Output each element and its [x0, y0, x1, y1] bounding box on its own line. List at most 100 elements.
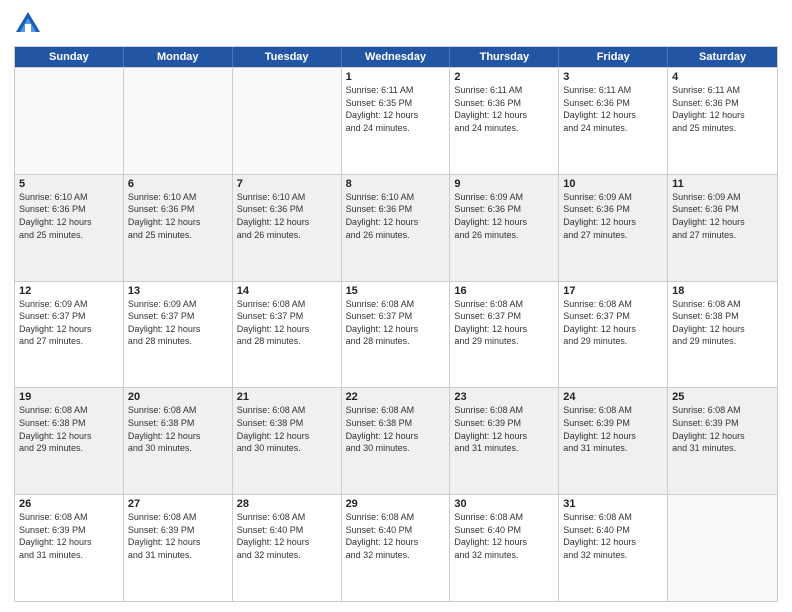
calendar-cell: 22Sunrise: 6:08 AMSunset: 6:38 PMDayligh…: [342, 388, 451, 494]
cell-info-line: Daylight: 12 hours: [237, 430, 337, 443]
cell-info-line: and 29 minutes.: [563, 335, 663, 348]
cell-info-line: and 29 minutes.: [672, 335, 773, 348]
calendar-cell: 2Sunrise: 6:11 AMSunset: 6:36 PMDaylight…: [450, 68, 559, 174]
cell-info-line: and 32 minutes.: [237, 549, 337, 562]
cell-info-line: Daylight: 12 hours: [128, 536, 228, 549]
cell-info-line: and 27 minutes.: [672, 229, 773, 242]
cell-info-line: Sunrise: 6:08 AM: [19, 404, 119, 417]
cell-info-line: Sunset: 6:36 PM: [672, 203, 773, 216]
cell-info-line: and 26 minutes.: [237, 229, 337, 242]
cell-info-line: Sunrise: 6:08 AM: [454, 404, 554, 417]
cell-info-line: Daylight: 12 hours: [19, 536, 119, 549]
cell-info-line: Sunrise: 6:10 AM: [128, 191, 228, 204]
cell-info-line: Sunrise: 6:09 AM: [563, 191, 663, 204]
cell-info-line: Sunrise: 6:08 AM: [128, 404, 228, 417]
calendar-cell: 30Sunrise: 6:08 AMSunset: 6:40 PMDayligh…: [450, 495, 559, 601]
cell-info-line: Daylight: 12 hours: [563, 323, 663, 336]
cell-info-line: Daylight: 12 hours: [19, 430, 119, 443]
cell-info-line: Sunset: 6:36 PM: [237, 203, 337, 216]
day-number: 4: [672, 71, 773, 83]
cell-info-line: and 31 minutes.: [19, 549, 119, 562]
calendar-cell: 10Sunrise: 6:09 AMSunset: 6:36 PMDayligh…: [559, 175, 668, 281]
cell-info-line: and 31 minutes.: [454, 442, 554, 455]
day-number: 19: [19, 391, 119, 403]
cell-info-line: and 25 minutes.: [672, 122, 773, 135]
cell-info-line: Sunrise: 6:09 AM: [454, 191, 554, 204]
calendar-cell: 24Sunrise: 6:08 AMSunset: 6:39 PMDayligh…: [559, 388, 668, 494]
calendar-cell: [668, 495, 777, 601]
day-number: 15: [346, 285, 446, 297]
cell-info-line: Sunrise: 6:08 AM: [672, 298, 773, 311]
cell-info-line: and 32 minutes.: [563, 549, 663, 562]
cell-info-line: Sunset: 6:36 PM: [19, 203, 119, 216]
calendar-cell: 7Sunrise: 6:10 AMSunset: 6:36 PMDaylight…: [233, 175, 342, 281]
cell-info-line: Sunset: 6:37 PM: [563, 310, 663, 323]
cell-info-line: Sunrise: 6:08 AM: [237, 404, 337, 417]
cell-info-line: Daylight: 12 hours: [346, 109, 446, 122]
cell-info-line: Daylight: 12 hours: [563, 430, 663, 443]
cell-info-line: Daylight: 12 hours: [128, 216, 228, 229]
cell-info-line: Daylight: 12 hours: [672, 430, 773, 443]
day-number: 1: [346, 71, 446, 83]
calendar-cell: 18Sunrise: 6:08 AMSunset: 6:38 PMDayligh…: [668, 282, 777, 388]
cell-info-line: Sunrise: 6:08 AM: [672, 404, 773, 417]
cell-info-line: Daylight: 12 hours: [237, 323, 337, 336]
day-number: 26: [19, 498, 119, 510]
calendar-cell: 4Sunrise: 6:11 AMSunset: 6:36 PMDaylight…: [668, 68, 777, 174]
cell-info-line: and 31 minutes.: [672, 442, 773, 455]
calendar-cell: [15, 68, 124, 174]
cell-info-line: Sunset: 6:39 PM: [454, 417, 554, 430]
calendar: SundayMondayTuesdayWednesdayThursdayFrid…: [14, 46, 778, 602]
weekday-header-monday: Monday: [124, 47, 233, 67]
cell-info-line: Sunset: 6:39 PM: [563, 417, 663, 430]
cell-info-line: Daylight: 12 hours: [454, 536, 554, 549]
cell-info-line: Sunrise: 6:09 AM: [19, 298, 119, 311]
cell-info-line: Sunrise: 6:08 AM: [237, 298, 337, 311]
day-number: 16: [454, 285, 554, 297]
cell-info-line: Sunrise: 6:11 AM: [454, 84, 554, 97]
calendar-cell: 5Sunrise: 6:10 AMSunset: 6:36 PMDaylight…: [15, 175, 124, 281]
day-number: 23: [454, 391, 554, 403]
cell-info-line: and 28 minutes.: [237, 335, 337, 348]
cell-info-line: Daylight: 12 hours: [454, 216, 554, 229]
cell-info-line: and 30 minutes.: [237, 442, 337, 455]
calendar-cell: 25Sunrise: 6:08 AMSunset: 6:39 PMDayligh…: [668, 388, 777, 494]
cell-info-line: Sunset: 6:36 PM: [128, 203, 228, 216]
cell-info-line: Daylight: 12 hours: [672, 216, 773, 229]
day-number: 10: [563, 178, 663, 190]
cell-info-line: Sunrise: 6:08 AM: [237, 511, 337, 524]
cell-info-line: and 30 minutes.: [128, 442, 228, 455]
calendar-cell: 19Sunrise: 6:08 AMSunset: 6:38 PMDayligh…: [15, 388, 124, 494]
cell-info-line: Daylight: 12 hours: [19, 323, 119, 336]
cell-info-line: Daylight: 12 hours: [128, 430, 228, 443]
calendar-row-5: 26Sunrise: 6:08 AMSunset: 6:39 PMDayligh…: [15, 494, 777, 601]
calendar-cell: 14Sunrise: 6:08 AMSunset: 6:37 PMDayligh…: [233, 282, 342, 388]
calendar-cell: 26Sunrise: 6:08 AMSunset: 6:39 PMDayligh…: [15, 495, 124, 601]
calendar-cell: 20Sunrise: 6:08 AMSunset: 6:38 PMDayligh…: [124, 388, 233, 494]
calendar-cell: 3Sunrise: 6:11 AMSunset: 6:36 PMDaylight…: [559, 68, 668, 174]
calendar-cell: 1Sunrise: 6:11 AMSunset: 6:35 PMDaylight…: [342, 68, 451, 174]
logo: [14, 10, 46, 38]
cell-info-line: and 32 minutes.: [454, 549, 554, 562]
cell-info-line: Sunrise: 6:11 AM: [672, 84, 773, 97]
cell-info-line: Daylight: 12 hours: [563, 536, 663, 549]
calendar-cell: [124, 68, 233, 174]
day-number: 27: [128, 498, 228, 510]
weekday-header-thursday: Thursday: [450, 47, 559, 67]
cell-info-line: Sunrise: 6:10 AM: [346, 191, 446, 204]
cell-info-line: Sunset: 6:37 PM: [237, 310, 337, 323]
day-number: 31: [563, 498, 663, 510]
cell-info-line: Sunset: 6:36 PM: [672, 97, 773, 110]
cell-info-line: Daylight: 12 hours: [346, 216, 446, 229]
cell-info-line: Sunset: 6:36 PM: [563, 97, 663, 110]
cell-info-line: Daylight: 12 hours: [346, 323, 446, 336]
cell-info-line: and 24 minutes.: [563, 122, 663, 135]
calendar-body: 1Sunrise: 6:11 AMSunset: 6:35 PMDaylight…: [15, 67, 777, 601]
day-number: 29: [346, 498, 446, 510]
weekday-header-sunday: Sunday: [15, 47, 124, 67]
weekday-header-wednesday: Wednesday: [342, 47, 451, 67]
cell-info-line: Daylight: 12 hours: [454, 430, 554, 443]
calendar-cell: 21Sunrise: 6:08 AMSunset: 6:38 PMDayligh…: [233, 388, 342, 494]
cell-info-line: Sunset: 6:39 PM: [19, 524, 119, 537]
day-number: 28: [237, 498, 337, 510]
